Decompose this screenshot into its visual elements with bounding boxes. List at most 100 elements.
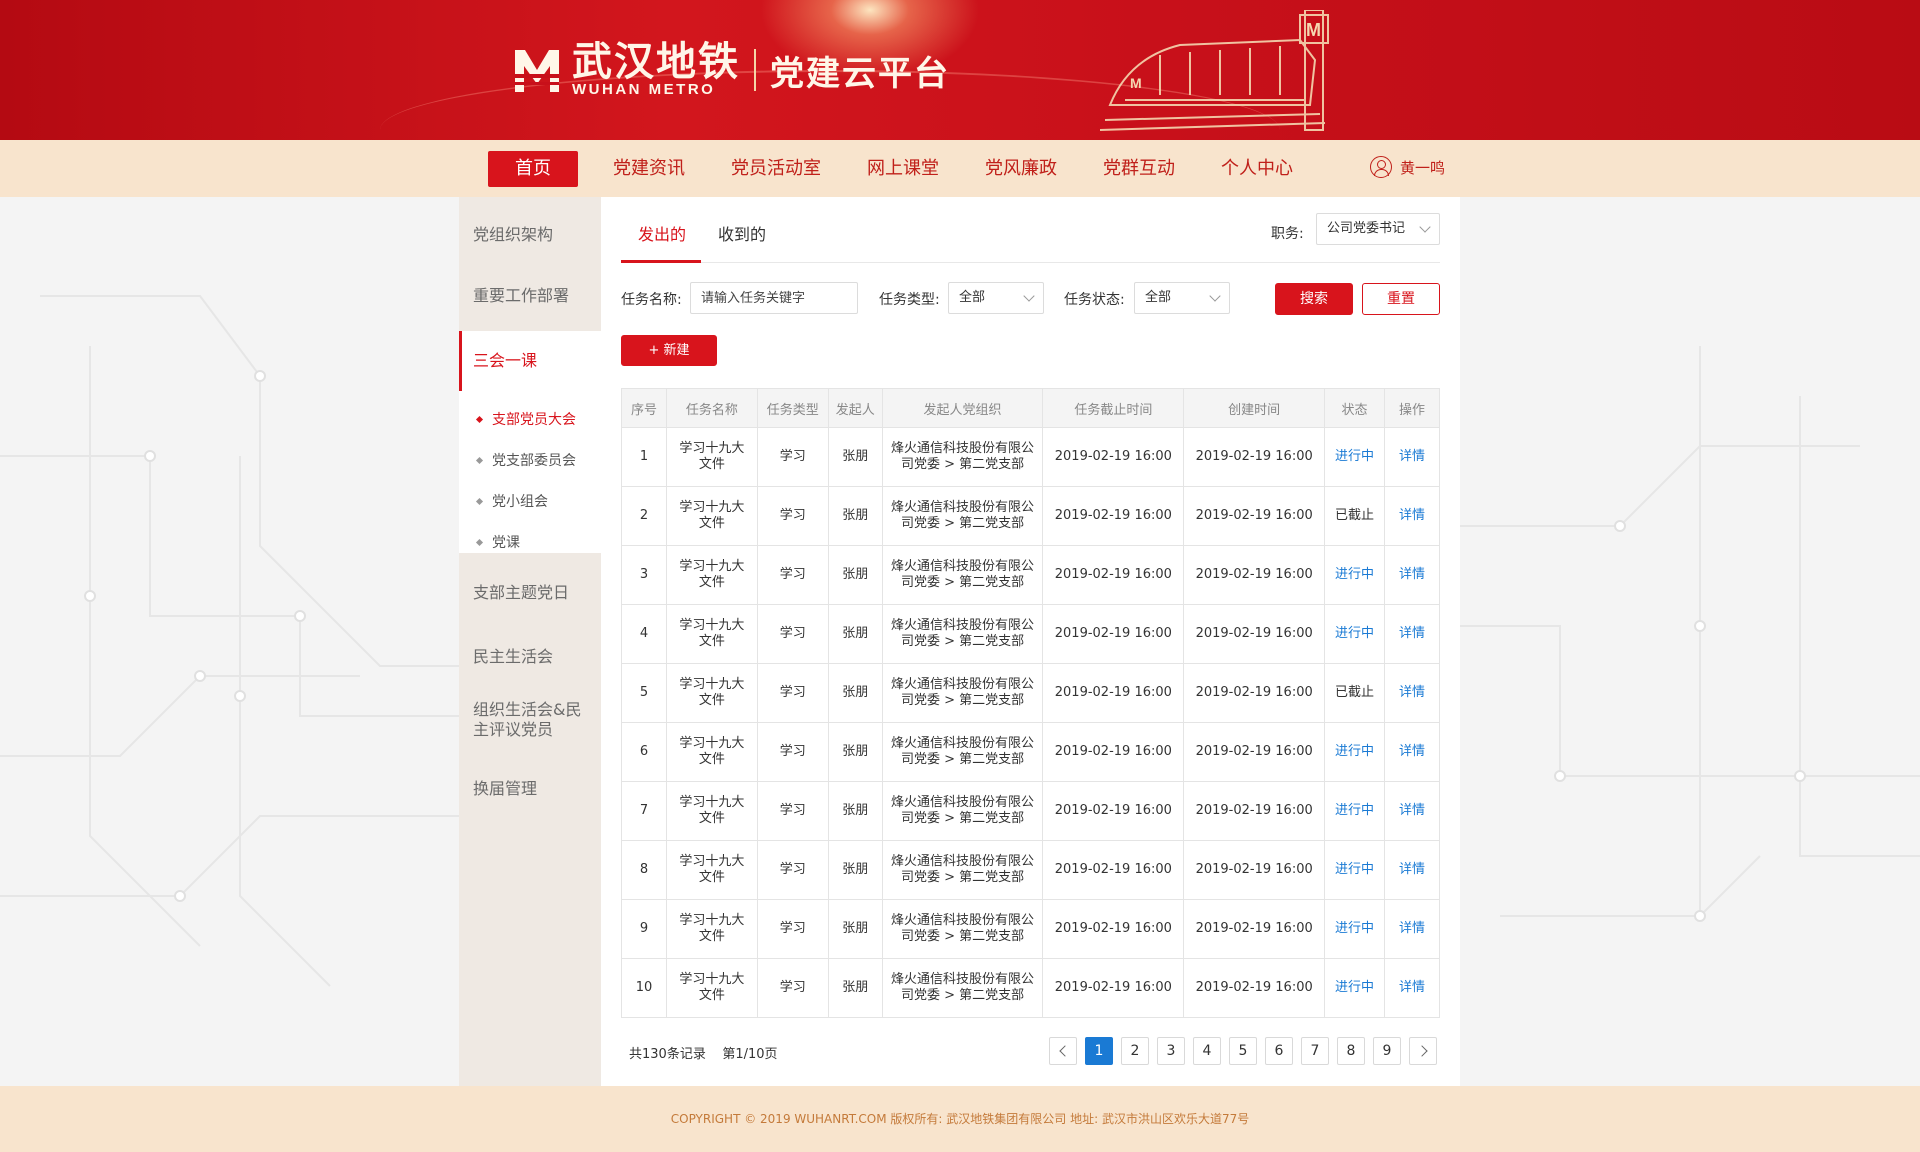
bullet-icon (475, 456, 484, 464)
cell-status: 进行中 (1324, 899, 1386, 959)
cell-task-type: 学习 (756, 840, 829, 900)
submenu-item-member-meeting[interactable]: 支部党员大会 (475, 409, 576, 429)
task-type-value: 全部 (959, 290, 986, 305)
detail-link[interactable]: 详情 (1384, 604, 1440, 664)
tab-bar: 发出的 收到的 职务: 公司党委书记 (621, 197, 1440, 263)
detail-link[interactable]: 详情 (1384, 781, 1440, 841)
nav-interaction[interactable]: 党群互动 (1090, 151, 1188, 187)
task-table-body: 1 学习十九大文件 学习 张朋 烽火通信科技股份有限公司党委 > 第二党支部 2019-0… (621, 427, 1440, 1018)
page-button[interactable]: 5 (1229, 1037, 1257, 1065)
duty-select[interactable]: 公司党委书记 (1316, 213, 1440, 245)
cell-initiator: 张朋 (827, 427, 883, 487)
cell-deadline: 2019-02-19 16:00 (1042, 781, 1185, 841)
cell-initiator: 张朋 (827, 663, 883, 723)
tab-received[interactable]: 收到的 (718, 221, 766, 245)
chevron-right-icon (1415, 1045, 1428, 1057)
detail-link[interactable]: 详情 (1384, 545, 1440, 605)
submenu-item-committee[interactable]: 党支部委员会 (475, 450, 576, 470)
cell-task-name: 学习十九大文件 (665, 663, 758, 723)
col-header: 发起人党组织 (881, 388, 1044, 428)
nav-personal-center[interactable]: 个人中心 (1208, 151, 1306, 187)
main-nav: 首页 党建资讯 党员活动室 网上课堂 党风廉政 党群互动 个人中心 黄一鸣 (0, 140, 1920, 197)
detail-link[interactable]: 详情 (1384, 722, 1440, 782)
detail-link[interactable]: 详情 (1384, 958, 1440, 1018)
task-name-input[interactable] (690, 282, 858, 314)
nav-online-class[interactable]: 网上课堂 (854, 151, 952, 187)
submenu-item-group-meeting[interactable]: 党小组会 (475, 491, 548, 511)
cell-initiator: 张朋 (827, 899, 883, 959)
cell-task-type: 学习 (756, 663, 829, 723)
cell-index: 4 (621, 604, 667, 664)
cell-status: 进行中 (1324, 427, 1386, 487)
bullet-icon (475, 415, 484, 423)
sidebar-item-election[interactable]: 换届管理 (459, 775, 601, 799)
page-button[interactable]: 8 (1337, 1037, 1365, 1065)
cell-deadline: 2019-02-19 16:00 (1042, 958, 1185, 1018)
cell-task-name: 学习十九大文件 (665, 781, 758, 841)
page-button[interactable]: 7 (1301, 1037, 1329, 1065)
cell-task-type: 学习 (756, 899, 829, 959)
table-row: 5 学习十九大文件 学习 张朋 烽火通信科技股份有限公司党委 > 第二党支部 2019-0… (621, 663, 1440, 723)
page-button[interactable]: 4 (1193, 1037, 1221, 1065)
chevron-down-icon (1023, 290, 1035, 302)
search-button[interactable]: 搜索 (1275, 283, 1353, 315)
cell-initiator: 张朋 (827, 604, 883, 664)
nav-news[interactable]: 党建资讯 (600, 151, 698, 187)
cell-initiator-org: 烽火通信科技股份有限公司党委 > 第二党支部 (881, 663, 1044, 723)
col-header: 状态 (1324, 388, 1386, 428)
sidebar-item-org-structure[interactable]: 党组织架构 (459, 221, 601, 245)
page-button[interactable]: 2 (1121, 1037, 1149, 1065)
sidebar-item-theme-day[interactable]: 支部主题党日 (459, 579, 601, 603)
cell-initiator-org: 烽火通信科技股份有限公司党委 > 第二党支部 (881, 958, 1044, 1018)
next-page-button[interactable] (1409, 1037, 1437, 1065)
cell-initiator: 张朋 (827, 545, 883, 605)
user-menu[interactable]: 黄一鸣 (1370, 156, 1445, 178)
sidebar-item-org-life-review[interactable]: 组织生活会&民主评议党员 (459, 700, 601, 740)
submenu-label: 党课 (492, 535, 520, 551)
metro-logo-icon (512, 44, 562, 96)
detail-link[interactable]: 详情 (1384, 840, 1440, 900)
nav-integrity[interactable]: 党风廉政 (972, 151, 1070, 187)
nav-activity-room[interactable]: 党员活动室 (718, 151, 834, 187)
task-table: 序号 任务名称 任务类型 发起人 发起人党组织 任务截止时间 创建时间 状态 操… (621, 388, 1440, 1018)
new-task-button[interactable]: + 新建 (621, 335, 717, 366)
submenu-label: 党支部委员会 (492, 453, 576, 469)
sidebar-item-work-deployment[interactable]: 重要工作部署 (459, 282, 601, 306)
cell-index: 3 (621, 545, 667, 605)
cell-index: 10 (621, 958, 667, 1018)
task-type-label: 任务类型: (879, 292, 940, 308)
col-header: 操作 (1384, 388, 1440, 428)
page-button[interactable]: 3 (1157, 1037, 1185, 1065)
page-button[interactable]: 1 (1085, 1037, 1113, 1065)
cell-task-name: 学习十九大文件 (665, 899, 758, 959)
pagination: 123456789 (1049, 1037, 1437, 1065)
prev-page-button[interactable] (1049, 1037, 1077, 1065)
submenu-item-party-class[interactable]: 党课 (475, 532, 520, 552)
reset-button[interactable]: 重置 (1362, 283, 1440, 315)
table-row: 6 学习十九大文件 学习 张朋 烽火通信科技股份有限公司党委 > 第二党支部 2019-0… (621, 722, 1440, 782)
cell-initiator-org: 烽火通信科技股份有限公司党委 > 第二党支部 (881, 781, 1044, 841)
detail-link[interactable]: 详情 (1384, 486, 1440, 546)
detail-link[interactable]: 详情 (1384, 663, 1440, 723)
logo-divider (754, 49, 756, 91)
cell-created: 2019-02-19 16:00 (1183, 840, 1326, 900)
sidebar-item-democratic-meeting[interactable]: 民主生活会 (459, 643, 601, 667)
tab-sent[interactable]: 发出的 (638, 221, 686, 245)
cell-index: 9 (621, 899, 667, 959)
brand-en-name: WUHAN METRO (572, 81, 716, 98)
task-status-select[interactable]: 全部 (1134, 282, 1230, 314)
cell-created: 2019-02-19 16:00 (1183, 486, 1326, 546)
brand-cn-name: 武汉地铁 (572, 39, 740, 85)
nav-home[interactable]: 首页 (488, 150, 578, 187)
brand-logo[interactable]: 武汉地铁 WUHAN METRO 党建云平台 (512, 40, 950, 100)
task-type-select[interactable]: 全部 (948, 282, 1044, 314)
detail-link[interactable]: 详情 (1384, 427, 1440, 487)
user-name: 黄一鸣 (1400, 158, 1446, 177)
page-button[interactable]: 6 (1265, 1037, 1293, 1065)
cell-initiator: 张朋 (827, 958, 883, 1018)
sidebar-item-three-meetings[interactable]: 三会一课 (459, 331, 601, 391)
bullet-icon (475, 497, 484, 505)
detail-link[interactable]: 详情 (1384, 899, 1440, 959)
cell-deadline: 2019-02-19 16:00 (1042, 545, 1185, 605)
page-button[interactable]: 9 (1373, 1037, 1401, 1065)
